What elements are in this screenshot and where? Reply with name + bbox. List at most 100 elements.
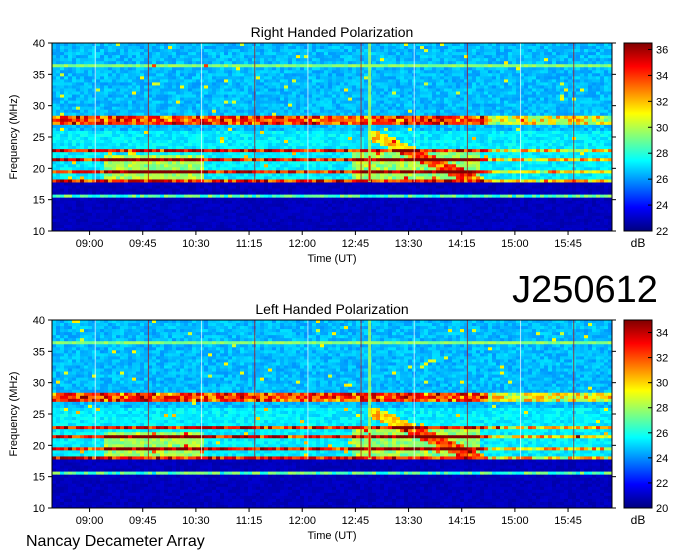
x-tick-label: 15:45 (554, 515, 582, 527)
x-tick-label: 10:30 (182, 515, 210, 527)
spectrogram-row (52, 88, 613, 92)
spectrogram-row (52, 453, 613, 457)
spectrogram-row (52, 115, 613, 120)
colorbar-tick-label: 24 (656, 453, 668, 465)
spectrogram-row (52, 64, 613, 68)
spectrogram-row (52, 356, 613, 360)
spectrogram-row (52, 365, 613, 369)
spectrogram-row (52, 85, 613, 89)
spectrogram-row (52, 429, 613, 433)
right-x-axis-label: Time (UT) (307, 253, 356, 265)
colorbar-tick-label: 22 (656, 226, 668, 238)
right-y-axis-label: Frequency (MHz) (8, 95, 20, 180)
spectrogram-row (52, 323, 613, 327)
spectrogram-row (52, 137, 613, 141)
spectrogram-row (52, 203, 613, 208)
x-tick-label: 12:00 (288, 238, 316, 250)
spectrogram-row (52, 329, 613, 333)
spectrogram-row (52, 414, 613, 418)
spectrogram-row (52, 359, 613, 363)
y-tick-label: 10 (33, 226, 45, 238)
spectrogram-row (52, 70, 613, 74)
spectrogram-row (52, 155, 613, 159)
spectrogram-row (52, 221, 613, 226)
spectrogram-row (52, 91, 613, 95)
x-tick-label: 12:45 (342, 515, 370, 527)
y-tick-label: 15 (33, 195, 45, 207)
spectrogram-row (52, 498, 613, 503)
instrument-label: Nancay Decameter Array (26, 533, 205, 550)
spectrogram-row (52, 206, 613, 211)
spectrogram-row (52, 215, 613, 220)
spectrogram-row (52, 383, 613, 388)
spectrogram-row (52, 353, 613, 357)
x-tick-label: 15:00 (501, 515, 529, 527)
spectrogram-row (52, 143, 613, 147)
x-tick-label: 13:30 (395, 515, 423, 527)
x-tick-label: 09:00 (76, 515, 104, 527)
spectrogram-row (52, 501, 613, 506)
right-spectrogram (52, 43, 613, 232)
spectrogram-row (52, 450, 613, 454)
spectrogram-row (52, 158, 613, 162)
y-tick-label: 40 (33, 315, 45, 327)
spectrogram-row (52, 492, 613, 497)
spectrogram-row (52, 212, 613, 217)
spectrogram-row (52, 140, 613, 144)
spectrogram-row (52, 389, 613, 394)
spectrogram-row (52, 332, 613, 336)
spectrogram-row (52, 218, 613, 223)
y-tick-label: 30 (33, 101, 45, 113)
spectrogram-row (52, 173, 613, 177)
spectrogram-row (52, 161, 613, 165)
right-x-axis-ticks: 09:00 09:45 10:30 11:15 12:00 12:45 13:30 14:15… (76, 231, 582, 250)
spectrogram-row (52, 79, 613, 83)
spectrogram-row (52, 395, 613, 400)
spectrogram-row (52, 326, 613, 330)
spectrogram-row (52, 97, 613, 102)
x-tick-label: 09:45 (129, 515, 157, 527)
spectrogram-row (52, 176, 613, 180)
spectrogram-row (52, 398, 613, 403)
spectrogram-row (52, 495, 613, 500)
observation-id: J250612 (512, 269, 658, 311)
spectrogram-row (52, 58, 613, 62)
spectrogram-row (52, 444, 613, 448)
dynamic-spectrum-figure: Right Handed Polarization 10 15 20 25 30 35 40… (8, 24, 668, 550)
spectrogram-row (52, 377, 613, 382)
colorbar-tick-label: 34 (656, 70, 668, 82)
spectrogram-row (52, 341, 613, 345)
spectrogram-row (52, 112, 613, 117)
colorbar-tick-label: 30 (656, 378, 668, 390)
y-tick-label: 20 (33, 163, 45, 175)
spectrogram-row (52, 188, 613, 192)
spectrogram-row (52, 426, 613, 430)
spectrogram-row (52, 447, 613, 451)
right-colorbar (623, 42, 653, 232)
spectrogram-row (52, 404, 613, 409)
spectrogram-row (52, 109, 613, 114)
spectrogram-row (52, 146, 613, 150)
spectrogram-row (52, 191, 613, 196)
left-colorbar-label: dB (631, 513, 646, 527)
spectrogram-row (52, 43, 613, 47)
y-tick-label: 35 (33, 346, 45, 358)
spectrogram-row (52, 386, 613, 391)
y-tick-label: 10 (33, 503, 45, 515)
colorbar-tick-label: 28 (656, 148, 668, 160)
spectrogram-row (52, 347, 613, 351)
spectrogram-row (52, 438, 613, 442)
spectrogram-row (52, 480, 613, 485)
x-tick-label: 09:45 (129, 238, 157, 250)
colorbar-tick-label: 26 (656, 428, 668, 440)
x-tick-label: 15:45 (554, 238, 582, 250)
spectrogram-row (52, 124, 613, 129)
y-tick-label: 40 (33, 38, 45, 50)
spectrogram-row (52, 410, 613, 415)
y-tick-label: 20 (33, 440, 45, 452)
x-tick-label: 09:00 (76, 238, 104, 250)
spectrogram-row (52, 368, 613, 372)
spectrogram-row (52, 474, 613, 479)
colorbar-tick-label: 28 (656, 403, 668, 415)
y-tick-label: 35 (33, 69, 45, 81)
